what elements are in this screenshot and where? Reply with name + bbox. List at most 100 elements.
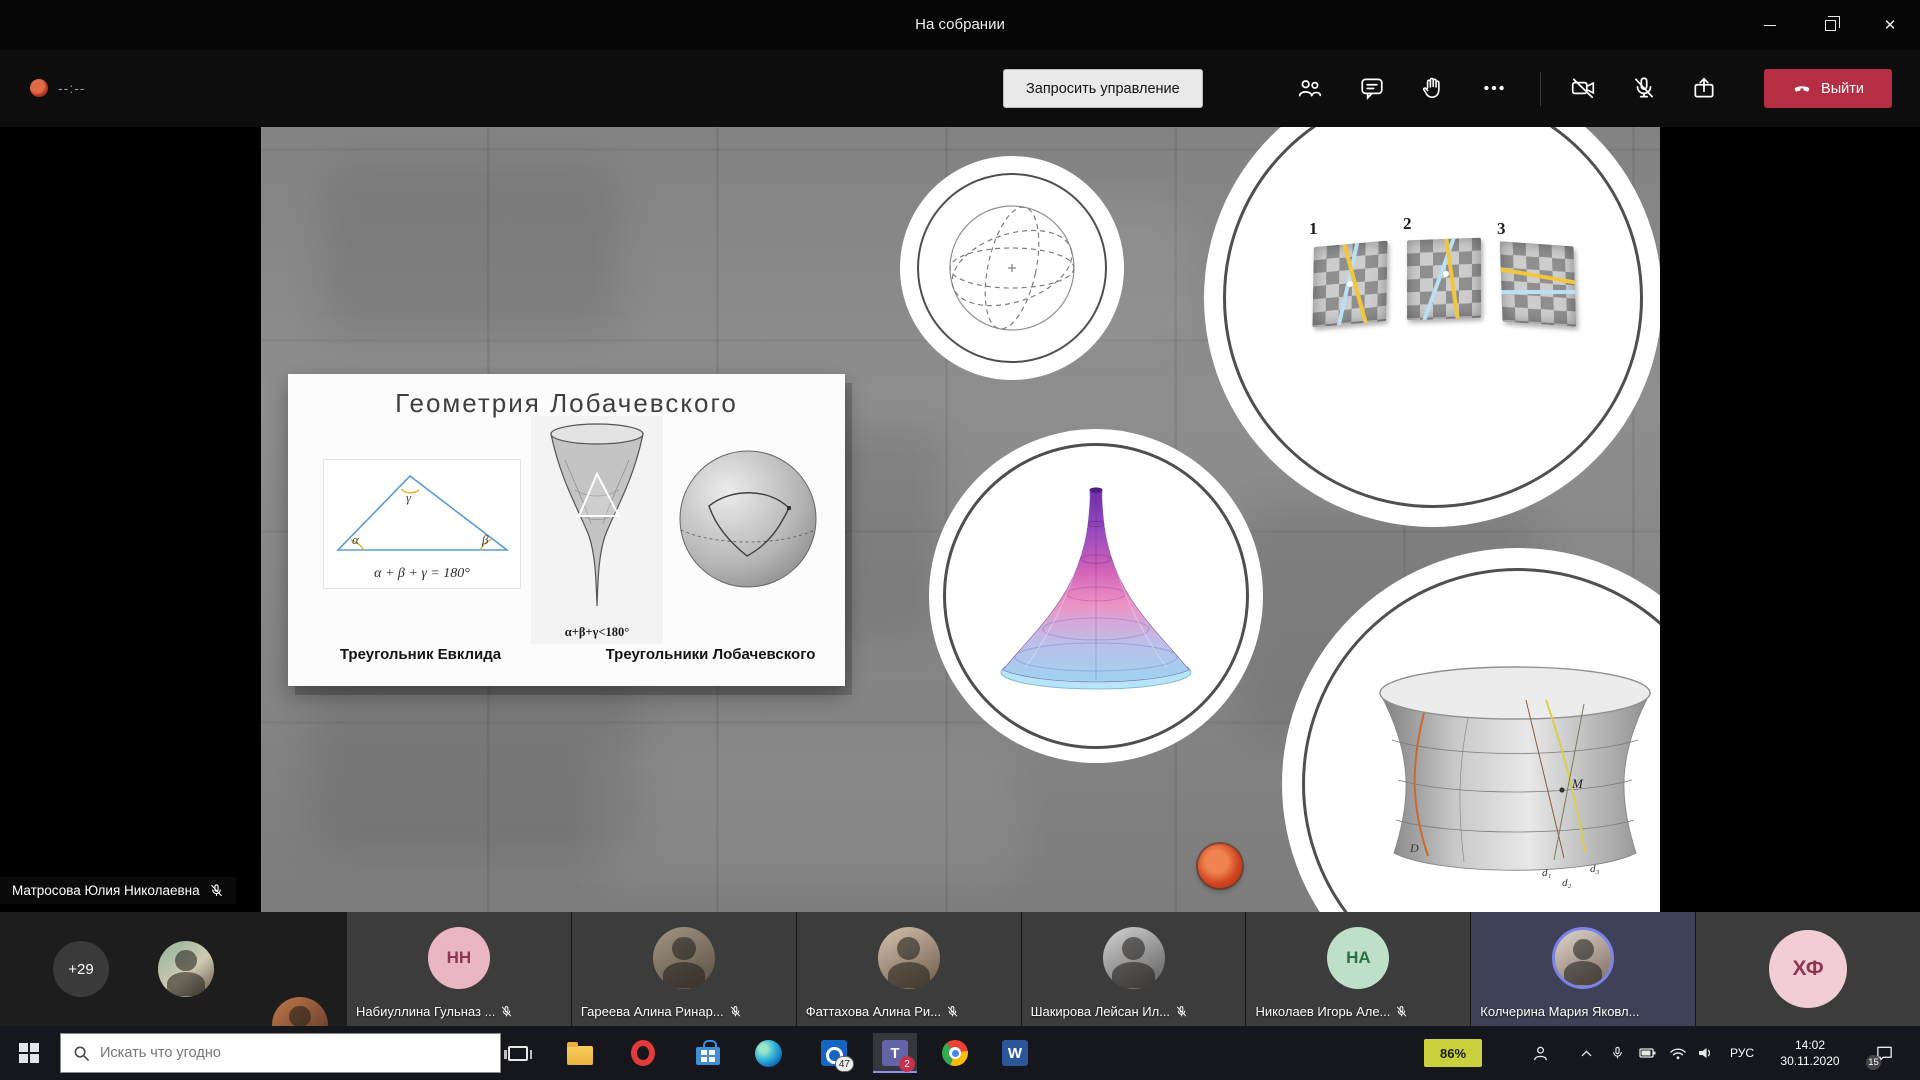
- request-control-button[interactable]: Запросить управление: [1003, 69, 1203, 108]
- edge-button[interactable]: [746, 1033, 790, 1073]
- hang-up-icon: [1792, 79, 1812, 99]
- tray-volume-button[interactable]: [1692, 1026, 1720, 1080]
- angle-beta-label: β: [481, 532, 489, 547]
- task-view-button[interactable]: [496, 1033, 540, 1073]
- action-center-button[interactable]: 15: [1860, 1026, 1908, 1080]
- participant-tile[interactable]: НН Набиуллина Гульназ ...: [347, 912, 571, 1026]
- euclid-formula: α + β + γ = 180°: [324, 566, 520, 582]
- meeting-toolbar: --:-- Запросить управление: [0, 50, 1920, 127]
- angle-alpha-label: α: [352, 532, 360, 547]
- minimize-button[interactable]: [1740, 0, 1800, 50]
- tray-date: 30.11.2020: [1780, 1053, 1839, 1069]
- raise-hand-button[interactable]: [1411, 66, 1455, 110]
- participant-name: Гареева Алина Ринар...: [581, 1004, 724, 1019]
- participant-tile[interactable]: Фаттахова Алина Ри...: [797, 912, 1021, 1026]
- microsoft-store-icon: [696, 1047, 720, 1065]
- outlook-button[interactable]: 47: [812, 1033, 856, 1073]
- ellipsis-icon: [1481, 75, 1507, 101]
- presentation-stage: 1 2 3: [261, 127, 1660, 912]
- language-indicator[interactable]: РУС: [1722, 1026, 1762, 1080]
- chrome-button[interactable]: [933, 1033, 977, 1073]
- presenter-label: Матросова Юлия Николаевна: [0, 877, 236, 904]
- curvature-label-3: 3: [1497, 219, 1506, 239]
- start-button[interactable]: [0, 1026, 58, 1080]
- share-screen-button[interactable]: [1682, 66, 1726, 110]
- opera-button[interactable]: [621, 1033, 665, 1073]
- pseudosphere-bubble: [929, 429, 1263, 763]
- participant-avatar[interactable]: [158, 941, 214, 997]
- sphere-sketch-bubble: [900, 156, 1124, 380]
- edge-icon: [755, 1040, 782, 1067]
- hyperboloid-label-d1: d₁: [1542, 867, 1552, 879]
- hyperboloid-label-d: D: [1409, 841, 1419, 855]
- participant-tile[interactable]: НА Николаев Игорь Але...: [1246, 912, 1470, 1026]
- hyperboloid-point-m: M: [1571, 776, 1584, 791]
- participant-name: Фаттахова Алина Ри...: [806, 1004, 941, 1019]
- euclid-caption: Треугольник Евклида: [308, 646, 533, 663]
- participant-name: Николаев Игорь Але...: [1255, 1004, 1390, 1019]
- share-screen-icon: [1691, 75, 1717, 101]
- tray-time: 14:02: [1795, 1037, 1825, 1053]
- slide-title: Геометрия Лобачевского: [288, 388, 845, 419]
- presenter-name: Матросова Юлия Николаевна: [12, 883, 200, 898]
- presenter-mic-off-icon: [209, 883, 224, 898]
- angle-gamma-label: γ: [406, 490, 412, 505]
- search-input[interactable]: [100, 1045, 460, 1061]
- word-button[interactable]: W: [993, 1033, 1037, 1073]
- participant-tile[interactable]: Гареева Алина Ринар...: [572, 912, 796, 1026]
- lobachevsky-caption: Треугольники Лобачевского: [583, 646, 838, 663]
- speaker-icon: [1697, 1044, 1715, 1062]
- teams-button[interactable]: T 2: [873, 1033, 917, 1073]
- participant-tile-speaking[interactable]: Колчерина Мария Яковл...: [1471, 912, 1695, 1026]
- sphere-wireframe-illustration: [932, 188, 1092, 348]
- microsoft-store-button[interactable]: [686, 1033, 730, 1073]
- overflow-participants-badge[interactable]: +29: [53, 941, 109, 997]
- battery-percent-badge[interactable]: 86%: [1424, 1039, 1482, 1067]
- people-icon: [1532, 1044, 1549, 1062]
- pseudosphere-illustration: [981, 474, 1211, 724]
- close-button[interactable]: ✕: [1860, 0, 1920, 50]
- curvature-surface-1: [1312, 241, 1387, 328]
- participants-button[interactable]: [1288, 66, 1332, 110]
- participant-name: Набиуллина Гульназ ...: [356, 1004, 495, 1019]
- tray-network-button[interactable]: [1664, 1026, 1692, 1080]
- camera-off-icon: [1570, 75, 1596, 101]
- tray-mic-button[interactable]: [1603, 1026, 1631, 1080]
- curvature-label-2: 2: [1403, 214, 1412, 234]
- hyperboloid-label-d2: d₂: [1562, 877, 1572, 889]
- mic-off-icon: [729, 1005, 742, 1018]
- taskbar-search[interactable]: [60, 1033, 501, 1073]
- participant-name: Колчерина Мария Яковл...: [1480, 1004, 1639, 1019]
- laser-pointer-dot: [1198, 844, 1242, 888]
- chrome-icon: [942, 1040, 968, 1066]
- avatar-speaking: [1552, 927, 1614, 989]
- restore-button[interactable]: [1800, 0, 1860, 50]
- search-icon: [73, 1045, 90, 1062]
- participant-tile[interactable]: Шакирова Лейсан Ил...: [1022, 912, 1246, 1026]
- tray-show-hidden-button[interactable]: [1572, 1026, 1600, 1080]
- curvature-label-1: 1: [1309, 219, 1318, 239]
- chat-button[interactable]: [1350, 66, 1394, 110]
- tray-people-button[interactable]: [1526, 1026, 1554, 1080]
- leave-button[interactable]: Выйти: [1764, 69, 1892, 108]
- mic-off-icon: [500, 1005, 513, 1018]
- participants-icon: [1297, 75, 1323, 101]
- avatar-initials: ХФ: [1769, 930, 1847, 1008]
- mic-off-button[interactable]: [1622, 66, 1666, 110]
- tray-battery-button[interactable]: [1633, 1026, 1661, 1080]
- file-explorer-button[interactable]: [558, 1033, 602, 1073]
- clock[interactable]: 14:02 30.11.2020: [1764, 1026, 1856, 1080]
- euclid-triangle-figure: α β γ α + β + γ = 180°: [323, 459, 521, 589]
- hyperboloid-label-d3: d₃: [1590, 863, 1600, 875]
- window-title: На собрании: [0, 0, 1920, 50]
- curvature-surface-3: [1500, 241, 1577, 327]
- more-options-button[interactable]: [1472, 66, 1516, 110]
- word-icon: W: [1002, 1040, 1028, 1066]
- participant-tile[interactable]: ХФ: [1696, 912, 1920, 1026]
- avatar: [653, 927, 715, 989]
- camera-off-button[interactable]: [1561, 66, 1605, 110]
- pseudosphere-sketch-figure: α+β+γ<180°: [531, 416, 663, 644]
- task-view-icon: [508, 1046, 528, 1061]
- chevron-up-icon: [1579, 1046, 1594, 1061]
- euclid-triangle-illustration: α β γ: [324, 462, 520, 560]
